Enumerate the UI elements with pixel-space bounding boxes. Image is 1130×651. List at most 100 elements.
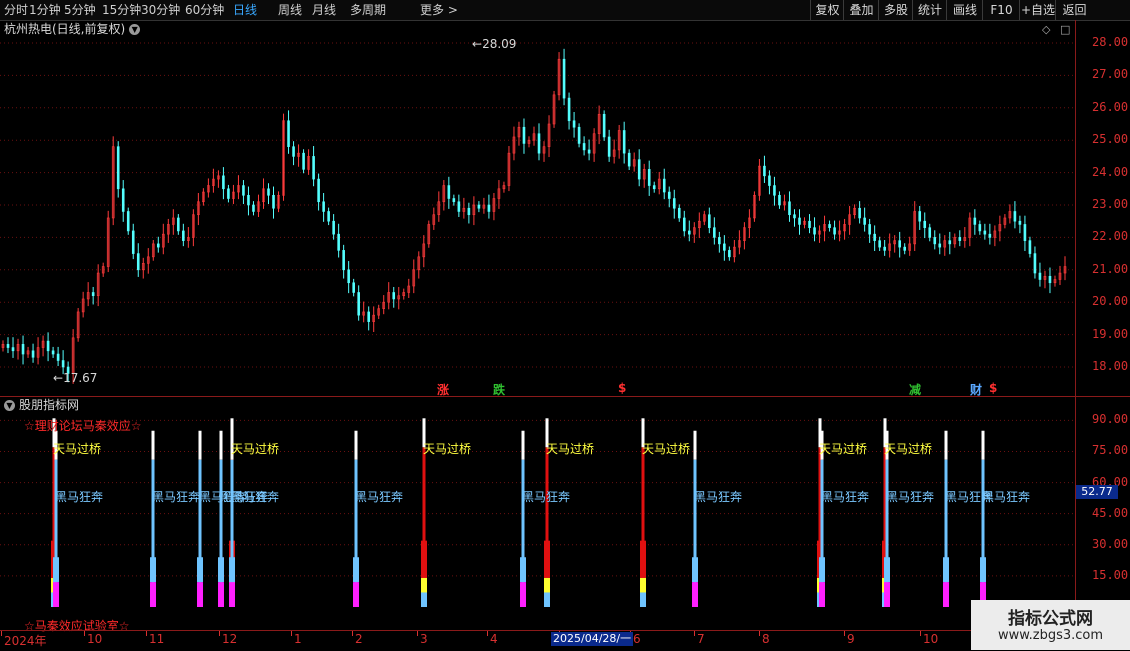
candle-body xyxy=(828,224,831,228)
signal-tianma-label: 天马过桥 xyxy=(884,442,933,456)
signal-tianma-label: 天马过桥 xyxy=(546,442,595,456)
signal-heima-label: 黑马狂奔 xyxy=(522,490,571,504)
candle-body xyxy=(627,152,631,167)
candle-body xyxy=(342,250,345,271)
period-tab-6[interactable]: 日线 xyxy=(233,0,257,20)
signal-magenta-block xyxy=(218,582,224,607)
signal-blue-block xyxy=(692,557,698,583)
period-tab-4[interactable]: 30分钟 xyxy=(141,0,180,20)
candle-body xyxy=(1028,240,1032,254)
candle-body xyxy=(11,347,15,352)
period-tab-1[interactable]: 1分钟 xyxy=(29,0,61,20)
candle-body xyxy=(367,311,370,322)
price-chart[interactable] xyxy=(0,20,1075,396)
toolbar-button-0[interactable]: 复权 xyxy=(810,0,844,20)
signal-red-block xyxy=(421,540,427,578)
date-tick xyxy=(920,631,921,636)
candle-body xyxy=(21,344,25,355)
low-annotation: ←17.67 xyxy=(53,371,98,385)
toolbar-button-1[interactable]: 叠加 xyxy=(843,0,879,20)
current-date-badge: 2025/04/28/一 xyxy=(551,632,634,646)
toolbar-button-2[interactable]: 多股 xyxy=(878,0,913,20)
candle-body xyxy=(773,185,776,196)
toolbar-button-3[interactable]: 统计 xyxy=(912,0,947,20)
period-tab-5[interactable]: 60分钟 xyxy=(185,0,224,20)
signal-magenta-block xyxy=(229,582,235,607)
date-tick xyxy=(146,631,147,636)
period-tab-0[interactable]: 分时 xyxy=(4,0,28,20)
indicator-label: 15.00 xyxy=(1092,567,1129,582)
signal-blue-block xyxy=(980,557,986,583)
candle-body xyxy=(247,194,250,206)
candle-body xyxy=(708,214,711,228)
candle-body xyxy=(602,113,606,138)
toolbar-button-5[interactable]: F10 xyxy=(982,0,1020,20)
signal-yellow-block xyxy=(544,577,550,593)
period-tab-3[interactable]: 15分钟 xyxy=(102,0,141,20)
candle-body xyxy=(677,207,681,219)
candle-body xyxy=(903,246,906,251)
price-label: 22.00 xyxy=(1092,229,1129,244)
date-label: 4 xyxy=(490,632,498,646)
candle-body xyxy=(1048,275,1052,284)
date-label: 1 xyxy=(294,632,302,646)
candle-body xyxy=(312,156,315,180)
date-tick xyxy=(84,631,85,636)
candle-body xyxy=(988,233,992,238)
date-label: 3 xyxy=(420,632,428,646)
candle-body xyxy=(327,211,330,222)
candle-body xyxy=(577,126,581,144)
signal-cap xyxy=(693,430,697,460)
candle-body xyxy=(978,224,982,232)
candle-body xyxy=(292,146,295,157)
candle-body xyxy=(883,246,886,251)
candle-body xyxy=(793,214,796,219)
candle-body xyxy=(833,227,836,235)
toolbar-button-4[interactable]: 画线 xyxy=(946,0,983,20)
period-tab-2[interactable]: 5分钟 xyxy=(64,0,96,20)
period-tab-9[interactable]: 多周期 xyxy=(350,0,386,20)
candle-body xyxy=(928,227,932,238)
candle-body xyxy=(607,136,611,157)
candle-body xyxy=(357,292,360,316)
candle-body xyxy=(768,175,771,186)
candle-body xyxy=(637,159,641,180)
signal-cap xyxy=(521,430,525,460)
candle-body xyxy=(1023,224,1027,241)
signal-heima-label: 黑马狂奔 xyxy=(886,490,935,504)
indicator-label: 30.00 xyxy=(1092,536,1129,551)
candle-body xyxy=(182,230,185,241)
date-tick xyxy=(219,631,220,636)
top-toolbar: 分时 1分钟 5分钟 15分钟 30分钟 60分钟 日线 周线 月线 多周期 更多 > 复权 叠加 多股统… xyxy=(0,0,1130,21)
indicator-label: 90.00 xyxy=(1092,412,1129,427)
date-tick xyxy=(417,631,418,636)
marker-dollar-1[interactable]: $ xyxy=(618,381,626,395)
candle-body xyxy=(687,230,691,235)
candle-body xyxy=(116,146,120,190)
price-label: 23.00 xyxy=(1092,197,1129,211)
candle-body xyxy=(487,204,491,212)
period-tab-10[interactable]: 更多 > xyxy=(420,0,458,20)
signal-blue-block xyxy=(197,557,203,583)
signal-heima-label: 黑马狂奔 xyxy=(821,490,870,504)
signal-magenta-block xyxy=(197,582,203,607)
period-tab-8[interactable]: 月线 xyxy=(312,0,336,20)
marker-dollar-2[interactable]: $ xyxy=(989,381,997,395)
date-tick xyxy=(759,631,760,636)
candle-body xyxy=(647,169,651,186)
candle-body xyxy=(933,237,937,245)
candle-body xyxy=(61,360,65,368)
signal-heima-label: 黑马狂奔 xyxy=(55,490,104,504)
period-tab-7[interactable]: 周线 xyxy=(278,0,302,20)
high-value: 28.09 xyxy=(482,37,517,51)
price-label: 21.00 xyxy=(1092,261,1129,276)
signal-heima-label: 黑马狂奔 xyxy=(231,490,280,504)
indicator-chart[interactable] xyxy=(0,397,1075,630)
signal-blue-block xyxy=(943,557,949,583)
candle-body xyxy=(252,204,255,212)
signal-magenta-block xyxy=(819,582,825,607)
signal-blue-block xyxy=(229,557,235,583)
toolbar-button-7[interactable]: 返回 xyxy=(1055,0,1093,20)
candle-body xyxy=(227,188,230,199)
toolbar-button-6[interactable]: +自选 xyxy=(1019,0,1056,20)
